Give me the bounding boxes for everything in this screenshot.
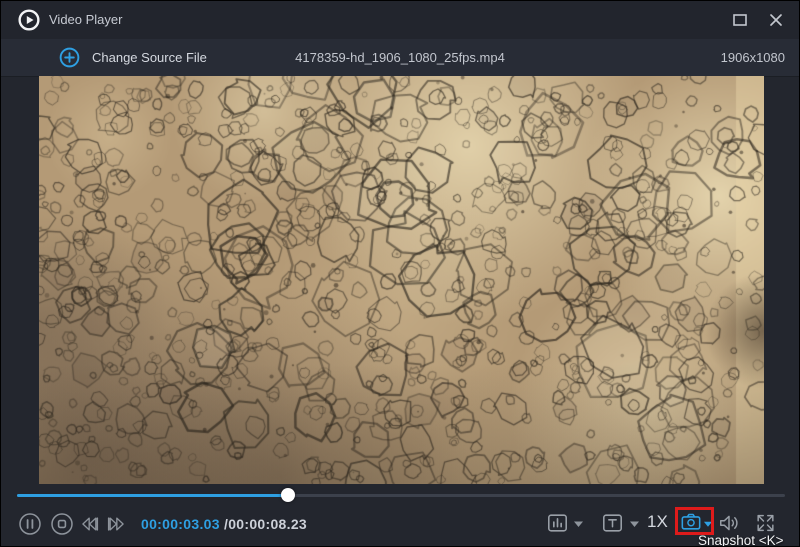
step-backward-button[interactable] bbox=[80, 514, 100, 534]
stop-icon bbox=[51, 513, 73, 535]
close-button[interactable] bbox=[761, 7, 791, 33]
source-bar: Change Source File 4178359-hd_1906_1080_… bbox=[1, 39, 799, 77]
snapshot-camera-icon bbox=[680, 511, 702, 532]
chevron-down-icon bbox=[629, 520, 640, 528]
step-backward-icon bbox=[80, 514, 100, 534]
play-logo-icon bbox=[18, 9, 40, 31]
audio-track-dropdown[interactable] bbox=[573, 520, 584, 528]
maximize-icon bbox=[734, 15, 746, 25]
pause-icon bbox=[19, 513, 41, 535]
step-forward-icon bbox=[106, 514, 126, 534]
step-forward-button[interactable] bbox=[106, 514, 126, 534]
maximize-button[interactable] bbox=[725, 7, 755, 33]
close-icon bbox=[769, 13, 783, 27]
time-total: 00:00:08.23 bbox=[228, 516, 307, 532]
volume-icon bbox=[717, 512, 741, 534]
time-separator: / bbox=[220, 516, 228, 532]
title-bar: Video Player bbox=[1, 1, 799, 40]
change-source-button[interactable]: Change Source File bbox=[59, 47, 207, 68]
subtitle-icon bbox=[601, 512, 624, 534]
stop-button[interactable] bbox=[51, 513, 73, 535]
filename-label: 4178359-hd_1906_1080_25fps.mp4 bbox=[295, 50, 505, 65]
seek-handle[interactable] bbox=[281, 488, 295, 502]
fullscreen-icon bbox=[754, 512, 777, 534]
chevron-down-icon bbox=[703, 520, 713, 528]
window-title: Video Player bbox=[49, 12, 122, 27]
snapshot-button[interactable] bbox=[680, 511, 702, 532]
fullscreen-button[interactable] bbox=[754, 512, 777, 534]
snapshot-dropdown[interactable] bbox=[703, 520, 713, 528]
pause-button[interactable] bbox=[19, 513, 41, 535]
subtitle-button[interactable] bbox=[601, 512, 624, 534]
change-source-label: Change Source File bbox=[92, 50, 207, 65]
volume-button[interactable] bbox=[717, 512, 741, 534]
seek-bar[interactable] bbox=[17, 488, 785, 502]
video-area[interactable] bbox=[39, 76, 764, 484]
subtitle-dropdown[interactable] bbox=[629, 520, 640, 528]
audio-track-icon bbox=[546, 512, 569, 534]
add-circle-icon bbox=[59, 47, 80, 68]
chevron-down-icon bbox=[573, 520, 584, 528]
time-current: 00:00:03.03 bbox=[141, 516, 220, 532]
video-frame bbox=[39, 76, 764, 484]
snapshot-tooltip: Snapshot <K> bbox=[698, 533, 784, 547]
video-player-window: Video Player Change Source File 4178359-… bbox=[0, 0, 800, 547]
seek-fill bbox=[17, 494, 288, 497]
resolution-label: 1906x1080 bbox=[721, 50, 785, 65]
time-display: 00:00:03.03 /00:00:08.23 bbox=[141, 516, 307, 532]
playback-speed-button[interactable]: 1X bbox=[647, 512, 668, 532]
audio-track-button[interactable] bbox=[546, 512, 569, 534]
